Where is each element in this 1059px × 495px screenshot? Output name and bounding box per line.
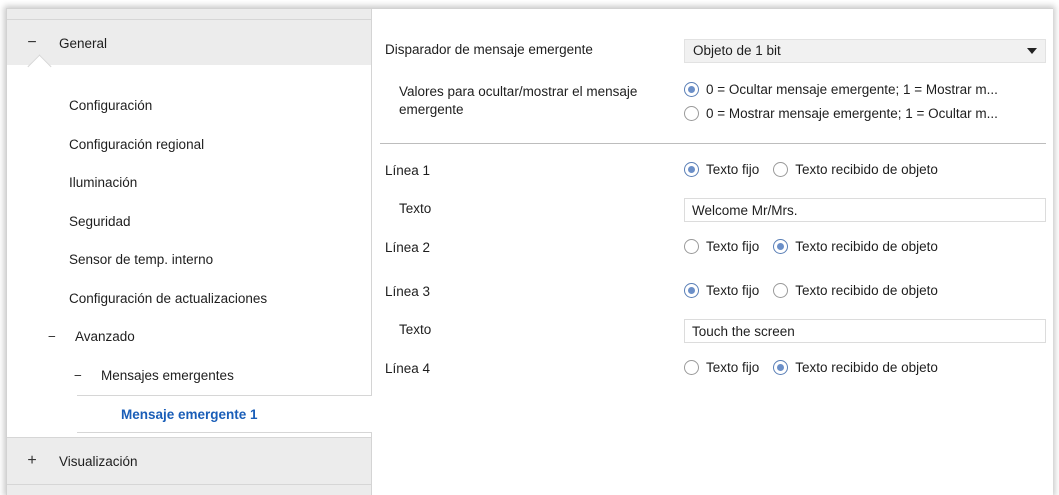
line4-option-object[interactable]: Texto recibido de objeto <box>773 360 938 375</box>
values-label-line2: emergente <box>399 102 464 117</box>
sidebar-item-configuracion-regional[interactable]: Configuración regional <box>69 128 204 162</box>
expand-icon[interactable]: + <box>25 452 39 470</box>
chevron-down-icon[interactable] <box>1027 48 1037 54</box>
radio-label: Texto recibido de objeto <box>795 283 938 298</box>
radio-unselected-icon[interactable] <box>684 360 699 375</box>
sidebar-item-label: Mensajes emergentes <box>101 368 234 383</box>
radio-unselected-icon[interactable] <box>773 162 789 177</box>
sidebar-item-mensajes-emergentes[interactable]: − Mensajes emergentes <box>71 359 234 393</box>
values-label: Valores para ocultar/mostrar el mensaje … <box>399 83 637 119</box>
line2-label: Línea 2 <box>385 240 431 255</box>
sidebar-item-mensaje-emergente-1[interactable]: Mensaje emergente 1 <box>77 395 372 433</box>
parameter-panel: Disparador de mensaje emergente Objeto d… <box>372 9 1053 495</box>
sidebar-item-iluminacion[interactable]: Iluminación <box>69 166 137 200</box>
line4-option-fixed[interactable]: Texto fijo <box>684 360 759 375</box>
radio-selected-icon[interactable] <box>773 239 789 254</box>
divider <box>380 143 1046 144</box>
radio-selected-icon[interactable] <box>684 162 699 177</box>
radio-unselected-icon[interactable] <box>684 106 699 121</box>
radio-label: Texto recibido de objeto <box>795 239 938 254</box>
radio-label: Texto recibido de objeto <box>795 360 938 375</box>
sidebar-group-label: Visualización <box>59 453 138 469</box>
window-frame: − General Configuración Configuración re… <box>6 8 1053 495</box>
sidebar-group-general[interactable]: − General <box>7 19 371 67</box>
radio-label: Texto fijo <box>706 283 760 298</box>
line3-option-object[interactable]: Texto recibido de objeto <box>773 283 938 298</box>
line3-text-label: Texto <box>399 322 432 337</box>
line3-option-fixed[interactable]: Texto fijo <box>684 283 759 298</box>
radio-selected-icon[interactable] <box>684 82 699 97</box>
collapse-icon[interactable]: − <box>71 359 85 393</box>
radio-label: Texto fijo <box>706 360 760 375</box>
sidebar-item-sensor-temp[interactable]: Sensor de temp. interno <box>69 243 213 277</box>
values-option-show-hide[interactable]: 0 = Mostrar mensaje emergente; 1 = Ocult… <box>684 106 1012 121</box>
line3-text-input[interactable] <box>684 319 1046 343</box>
radio-label: Texto fijo <box>706 162 760 177</box>
line4-mode: Texto fijo Texto recibido de objeto <box>684 360 952 375</box>
radio-selected-icon[interactable] <box>773 360 789 375</box>
line2-option-object[interactable]: Texto recibido de objeto <box>773 239 938 254</box>
radio-label: Texto fijo <box>706 239 760 254</box>
radio-label: Texto recibido de objeto <box>795 162 938 177</box>
radio-label: 0 = Mostrar mensaje emergente; 1 = Ocult… <box>706 106 998 121</box>
line1-mode: Texto fijo Texto recibido de objeto <box>684 162 952 177</box>
line3-label: Línea 3 <box>385 284 431 299</box>
radio-unselected-icon[interactable] <box>684 239 699 254</box>
collapse-icon[interactable]: − <box>45 320 59 354</box>
sidebar-group-label: General <box>59 35 108 51</box>
sidebar-item-label: Avanzado <box>75 329 135 344</box>
radio-selected-icon[interactable] <box>684 283 699 298</box>
line1-label: Línea 1 <box>385 163 431 178</box>
line1-option-fixed[interactable]: Texto fijo <box>684 162 759 177</box>
sidebar-item-actualizaciones[interactable]: Configuración de actualizaciones <box>69 282 267 316</box>
line4-label: Línea 4 <box>385 361 431 376</box>
sidebar-group-visualizacion[interactable]: + Visualización <box>7 437 371 485</box>
sidebar-item-seguridad[interactable]: Seguridad <box>69 205 131 239</box>
line1-text-label: Texto <box>399 201 432 216</box>
sidebar: − General Configuración Configuración re… <box>7 9 372 495</box>
radio-label: 0 = Ocultar mensaje emergente; 1 = Mostr… <box>706 82 998 97</box>
line2-mode: Texto fijo Texto recibido de objeto <box>684 239 952 254</box>
line3-mode: Texto fijo Texto recibido de objeto <box>684 283 952 298</box>
values-option-hide-show[interactable]: 0 = Ocultar mensaje emergente; 1 = Mostr… <box>684 82 1012 97</box>
line2-option-fixed[interactable]: Texto fijo <box>684 239 759 254</box>
tree-body: Configuración Configuración regional Ilu… <box>7 65 371 437</box>
trigger-select-value: Objeto de 1 bit <box>693 43 781 58</box>
line1-option-object[interactable]: Texto recibido de objeto <box>773 162 938 177</box>
collapse-icon[interactable]: − <box>25 34 39 52</box>
values-label-line1: Valores para ocultar/mostrar el mensaje <box>399 84 638 99</box>
trigger-select[interactable]: Objeto de 1 bit <box>684 39 1046 63</box>
line1-text-input[interactable] <box>684 198 1046 222</box>
trigger-label: Disparador de mensaje emergente <box>385 42 593 57</box>
sidebar-item-configuracion[interactable]: Configuración <box>69 89 152 123</box>
radio-unselected-icon[interactable] <box>773 283 789 298</box>
sidebar-item-avanzado[interactable]: − Avanzado <box>45 320 135 354</box>
